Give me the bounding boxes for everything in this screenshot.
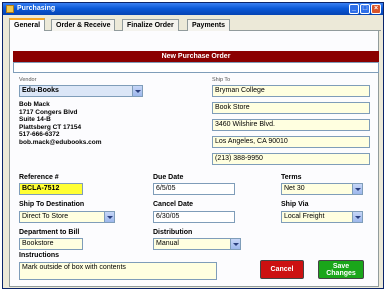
reference-label: Reference # <box>19 174 59 181</box>
tab-payments[interactable]: Payments <box>187 19 231 31</box>
distribution-label: Distribution <box>153 229 193 236</box>
vendor-email: bob.mack@edubooks.com <box>19 138 102 146</box>
ship-to-line-3[interactable]: 3460 Wilshire Blvd. <box>212 119 370 131</box>
ship-to-line-2[interactable]: Book Store <box>212 102 370 114</box>
terms-value: Net 30 <box>284 185 305 192</box>
vendor-suite: Suite 14-B <box>19 116 51 123</box>
window-title: Purchasing <box>17 5 56 12</box>
vendor-value: Edu-Books <box>22 87 59 94</box>
close-button[interactable]: × <box>371 4 381 14</box>
ship-destination-select[interactable]: Direct To Store <box>19 211 115 223</box>
vendor-phone: 517-666-6372 <box>19 131 60 138</box>
ship-via-select[interactable]: Local Freight <box>281 211 363 223</box>
changes-label: Changes <box>326 270 356 277</box>
vendor-label: Vendor <box>19 77 37 83</box>
department-label: Department to Bill <box>19 229 80 236</box>
maximize-button[interactable]: □ <box>360 4 370 14</box>
terms-select[interactable]: Net 30 <box>281 183 363 195</box>
ship-to-label: Ship To <box>212 77 231 83</box>
vendor-select[interactable]: Edu-Books <box>19 85 143 97</box>
department-input[interactable]: Bookstore <box>19 238 83 250</box>
minimize-button[interactable]: _ <box>349 4 359 14</box>
due-date-input[interactable]: 6/5/05 <box>153 183 235 195</box>
chevron-down-icon[interactable] <box>104 212 114 222</box>
chevron-down-icon[interactable] <box>230 239 240 249</box>
tab-bar: General Order & Receive Finalize Order P… <box>9 18 381 32</box>
vendor-contact: Bob Mack <box>19 101 50 108</box>
save-label: Save <box>332 263 350 270</box>
cancel-date-input[interactable]: 6/30/05 <box>153 211 235 223</box>
chevron-down-icon[interactable] <box>132 86 142 96</box>
header-field <box>13 62 379 73</box>
vendor-address: Bob Mack 1717 Congers Blvd Suite 14-B Pl… <box>19 101 102 146</box>
tab-finalize-order[interactable]: Finalize Order <box>122 19 179 31</box>
page-title: New Purchase Order <box>13 51 379 62</box>
cancel-button[interactable]: Cancel <box>260 260 304 279</box>
purchasing-window: Purchasing _ □ × General Order & Receive… <box>2 2 384 289</box>
ship-via-label: Ship Via <box>281 201 309 208</box>
ship-destination-label: Ship To Destination <box>19 201 85 208</box>
app-icon <box>6 5 14 13</box>
ship-to-line-5[interactable]: (213) 388-9950 <box>212 153 370 165</box>
vendor-city: Plattsberg CT 17154 <box>19 123 82 131</box>
distribution-select[interactable]: Manual <box>153 238 241 250</box>
ship-to-line-4[interactable]: Los Angeles, CA 90010 <box>212 136 370 148</box>
instructions-label: Instructions <box>19 252 60 259</box>
instructions-input[interactable]: Mark outside of box with contents <box>19 262 217 280</box>
title-bar[interactable]: Purchasing _ □ × <box>3 3 383 15</box>
terms-label: Terms <box>281 174 302 181</box>
ship-to-line-1[interactable]: Bryman College <box>212 85 370 97</box>
reference-input[interactable]: BCLA-7512 <box>19 183 83 195</box>
cancel-date-label: Cancel Date <box>153 201 194 208</box>
chevron-down-icon[interactable] <box>352 184 362 194</box>
distribution-value: Manual <box>156 240 179 247</box>
chevron-down-icon[interactable] <box>352 212 362 222</box>
due-date-label: Due Date <box>153 174 184 181</box>
save-changes-button[interactable]: Save Changes <box>318 260 364 279</box>
tab-general[interactable]: General <box>9 18 46 32</box>
vendor-street: 1717 Congers Blvd <box>19 108 78 116</box>
general-panel: New Purchase Order Vendor Edu-Books Bob … <box>9 31 379 287</box>
tab-order-receive[interactable]: Order & Receive <box>51 19 116 31</box>
ship-destination-value: Direct To Store <box>22 213 69 220</box>
ship-via-value: Local Freight <box>284 213 325 220</box>
